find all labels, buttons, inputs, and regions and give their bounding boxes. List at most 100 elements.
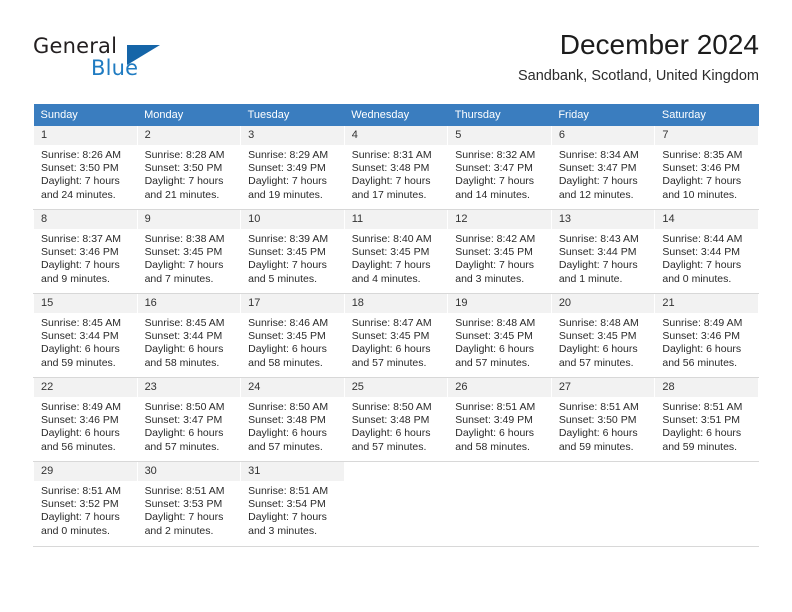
day-cell[interactable]: 21 Sunrise: 8:49 AM Sunset: 3:46 PM Dayl… [654,293,759,378]
day-cell[interactable]: 24 Sunrise: 8:50 AM Sunset: 3:48 PM Dayl… [240,377,345,462]
day-cell[interactable]: 20 Sunrise: 8:48 AM Sunset: 3:45 PM Dayl… [550,293,656,378]
day-cell-body: Sunrise: 8:50 AM Sunset: 3:48 PM Dayligh… [241,397,344,454]
day-cell[interactable]: 2 Sunrise: 8:28 AM Sunset: 3:50 PM Dayli… [136,126,242,210]
day-cell[interactable]: 8 Sunrise: 8:37 AM Sunset: 3:46 PM Dayli… [33,209,138,294]
day-cell[interactable]: 22 Sunrise: 8:49 AM Sunset: 3:46 PM Dayl… [33,377,138,462]
day-cell[interactable]: 3 Sunrise: 8:29 AM Sunset: 3:49 PM Dayli… [240,126,345,210]
day-cell-body: Sunrise: 8:50 AM Sunset: 3:47 PM Dayligh… [138,397,241,454]
daylight-text: Daylight: 6 hours and 56 minutes. [662,343,742,369]
sunrise-text: Sunrise: 8:35 AM [662,149,743,161]
day-cell[interactable]: 28 Sunrise: 8:51 AM Sunset: 3:51 PM Dayl… [654,377,759,462]
day-cell-body: Sunrise: 8:51 AM Sunset: 3:51 PM Dayligh… [655,397,758,454]
day-cell-body: Sunrise: 8:48 AM Sunset: 3:45 PM Dayligh… [448,313,551,370]
day-cell-body: Sunrise: 8:38 AM Sunset: 3:45 PM Dayligh… [138,229,241,286]
sunrise-text: Sunrise: 8:50 AM [351,401,432,413]
day-cell-body: Sunrise: 8:49 AM Sunset: 3:46 PM Dayligh… [655,313,758,370]
page-header: General Blue December 2024 Sandbank, Sco… [33,28,759,96]
brand-logo[interactable]: General Blue [33,34,213,90]
weekday-header-saturday: Saturday [654,104,759,126]
day-cell-body: Sunrise: 8:49 AM Sunset: 3:46 PM Dayligh… [34,397,137,454]
sunrise-text: Sunrise: 8:37 AM [41,233,121,245]
day-number: 15 [34,294,137,313]
day-cell[interactable]: 26 Sunrise: 8:51 AM Sunset: 3:49 PM Dayl… [447,377,552,462]
day-cell[interactable]: 7 Sunrise: 8:35 AM Sunset: 3:46 PM Dayli… [654,126,759,210]
sunrise-text: Sunrise: 8:45 AM [41,317,121,329]
day-cell[interactable]: 9 Sunrise: 8:38 AM Sunset: 3:45 PM Dayli… [136,209,242,294]
day-cell[interactable]: 15 Sunrise: 8:45 AM Sunset: 3:44 PM Dayl… [33,293,138,378]
day-cell[interactable]: 25 Sunrise: 8:50 AM Sunset: 3:48 PM Dayl… [343,377,449,462]
daylight-text: Daylight: 6 hours and 59 minutes. [41,343,120,369]
day-cell[interactable]: 1 Sunrise: 8:26 AM Sunset: 3:50 PM Dayli… [33,126,138,210]
day-number: 28 [655,378,758,397]
day-cell[interactable]: 11 Sunrise: 8:40 AM Sunset: 3:45 PM Dayl… [343,209,449,294]
day-cell-empty [343,461,449,547]
daylight-text: Daylight: 7 hours and 19 minutes. [248,175,327,201]
sunrise-text: Sunrise: 8:51 AM [248,485,329,497]
sunrise-text: Sunrise: 8:34 AM [558,149,639,161]
day-number [655,462,758,481]
day-cell[interactable]: 14 Sunrise: 8:44 AM Sunset: 3:44 PM Dayl… [654,209,759,294]
day-cell-body: Sunrise: 8:45 AM Sunset: 3:44 PM Dayligh… [34,313,137,370]
day-cell-empty [654,461,759,547]
day-number: 24 [241,378,344,397]
day-cell[interactable]: 23 Sunrise: 8:50 AM Sunset: 3:47 PM Dayl… [136,377,242,462]
sunrise-text: Sunrise: 8:51 AM [455,401,536,413]
day-cell[interactable]: 4 Sunrise: 8:31 AM Sunset: 3:48 PM Dayli… [343,126,449,210]
sunset-text: Sunset: 3:46 PM [41,246,119,259]
sunset-text: Sunset: 3:48 PM [351,414,430,427]
day-cell[interactable]: 27 Sunrise: 8:51 AM Sunset: 3:50 PM Dayl… [550,377,656,462]
title-block: December 2024 Sandbank, Scotland, United… [518,28,759,85]
day-number: 5 [448,126,551,145]
daylight-text: Daylight: 6 hours and 57 minutes. [455,343,535,369]
day-number: 3 [241,126,344,145]
day-cell[interactable]: 29 Sunrise: 8:51 AM Sunset: 3:52 PM Dayl… [33,461,138,547]
day-cell[interactable]: 5 Sunrise: 8:32 AM Sunset: 3:47 PM Dayli… [447,126,552,210]
sunrise-text: Sunrise: 8:48 AM [455,317,536,329]
sunset-text: Sunset: 3:47 PM [144,414,223,427]
day-number: 11 [344,210,448,229]
day-cell[interactable]: 10 Sunrise: 8:39 AM Sunset: 3:45 PM Dayl… [240,209,345,294]
day-cell[interactable]: 30 Sunrise: 8:51 AM Sunset: 3:53 PM Dayl… [136,461,242,547]
day-cell-body: Sunrise: 8:50 AM Sunset: 3:48 PM Dayligh… [345,397,448,454]
day-cell[interactable]: 13 Sunrise: 8:43 AM Sunset: 3:44 PM Dayl… [550,209,656,294]
day-cell-body: Sunrise: 8:47 AM Sunset: 3:45 PM Dayligh… [345,313,448,370]
day-number: 29 [34,462,137,481]
weekday-header-sunday: Sunday [33,104,138,126]
sunset-text: Sunset: 3:45 PM [558,330,637,343]
day-number: 19 [448,294,551,313]
daylight-text: Daylight: 7 hours and 4 minutes. [351,259,431,285]
day-number: 12 [448,210,551,229]
day-cell-body: Sunrise: 8:32 AM Sunset: 3:47 PM Dayligh… [448,145,551,202]
day-number [551,462,655,481]
daylight-text: Daylight: 6 hours and 59 minutes. [558,427,638,453]
day-cell[interactable]: 16 Sunrise: 8:45 AM Sunset: 3:44 PM Dayl… [136,293,242,378]
daylight-text: Daylight: 7 hours and 7 minutes. [144,259,224,285]
day-number: 30 [137,462,241,481]
sunrise-text: Sunrise: 8:31 AM [351,149,432,161]
sunset-text: Sunset: 3:48 PM [351,162,430,175]
daylight-text: Daylight: 7 hours and 9 minutes. [41,259,120,285]
daylight-text: Daylight: 7 hours and 10 minutes. [662,175,742,201]
sunrise-text: Sunrise: 8:39 AM [248,233,329,245]
day-number: 7 [655,126,758,145]
day-cell[interactable]: 18 Sunrise: 8:47 AM Sunset: 3:45 PM Dayl… [343,293,449,378]
day-number: 17 [241,294,344,313]
day-number: 26 [448,378,551,397]
day-cell[interactable]: 6 Sunrise: 8:34 AM Sunset: 3:47 PM Dayli… [550,126,656,210]
weekday-header-tuesday: Tuesday [240,104,345,126]
sunset-text: Sunset: 3:45 PM [248,330,326,343]
sunset-text: Sunset: 3:47 PM [558,162,637,175]
sunset-text: Sunset: 3:45 PM [351,330,430,343]
daylight-text: Daylight: 7 hours and 2 minutes. [144,511,224,537]
day-cell[interactable]: 12 Sunrise: 8:42 AM Sunset: 3:45 PM Dayl… [447,209,552,294]
day-cell[interactable]: 31 Sunrise: 8:51 AM Sunset: 3:54 PM Dayl… [240,461,345,547]
day-cell-body: Sunrise: 8:44 AM Sunset: 3:44 PM Dayligh… [655,229,758,286]
day-cell[interactable]: 19 Sunrise: 8:48 AM Sunset: 3:45 PM Dayl… [447,293,552,378]
day-cell[interactable]: 17 Sunrise: 8:46 AM Sunset: 3:45 PM Dayl… [240,293,345,378]
sunset-text: Sunset: 3:46 PM [662,330,741,343]
sunrise-text: Sunrise: 8:51 AM [41,485,121,497]
sunset-text: Sunset: 3:46 PM [662,162,741,175]
daylight-text: Daylight: 6 hours and 57 minutes. [558,343,638,369]
day-cell-body: Sunrise: 8:51 AM Sunset: 3:54 PM Dayligh… [241,481,344,538]
daylight-text: Daylight: 7 hours and 17 minutes. [351,175,431,201]
